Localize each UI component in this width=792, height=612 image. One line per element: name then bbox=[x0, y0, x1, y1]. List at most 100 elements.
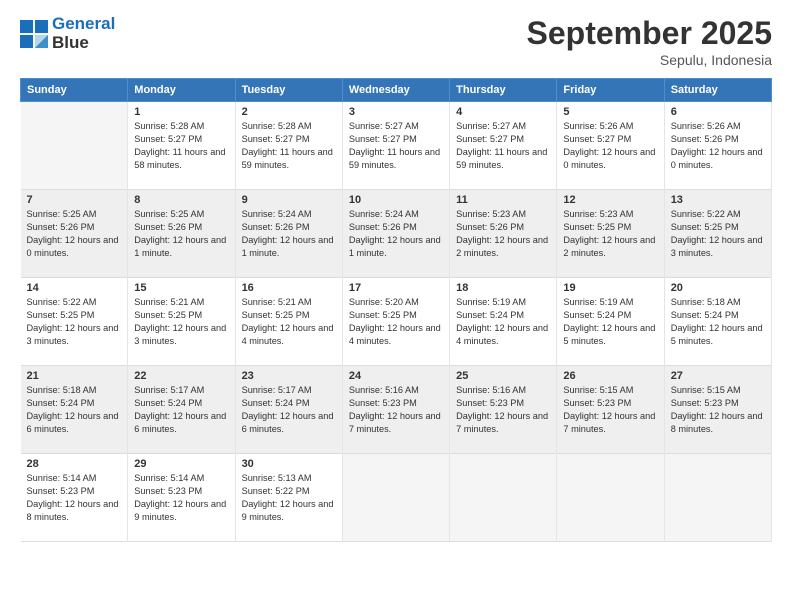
cell-details: Sunrise: 5:24 AMSunset: 5:26 PMDaylight:… bbox=[349, 208, 443, 260]
day-number: 14 bbox=[27, 282, 122, 294]
col-thursday: Thursday bbox=[450, 79, 557, 102]
cell-details: Sunrise: 5:23 AMSunset: 5:25 PMDaylight:… bbox=[563, 208, 657, 260]
calendar-cell: 8 Sunrise: 5:25 AMSunset: 5:26 PMDaylight… bbox=[128, 190, 235, 278]
calendar-cell: 13 Sunrise: 5:22 AMSunset: 5:25 PMDayligh… bbox=[664, 190, 771, 278]
cell-details: Sunrise: 5:18 AMSunset: 5:24 PMDaylight:… bbox=[671, 296, 765, 348]
day-number: 3 bbox=[349, 106, 443, 118]
calendar-cell: 12Sunrise: 5:23 AMSunset: 5:25 PMDayligh… bbox=[557, 190, 664, 278]
day-number: 19 bbox=[563, 282, 657, 294]
calendar-cell: 22Sunrise: 5:17 AMSunset: 5:24 PMDayligh… bbox=[128, 366, 235, 454]
cell-details: Sunrise: 5:20 AMSunset: 5:25 PMDaylight:… bbox=[349, 296, 443, 348]
day-number: 22 bbox=[134, 370, 228, 382]
day-number: 28 bbox=[27, 458, 122, 470]
day-number: 2 bbox=[242, 106, 336, 118]
calendar-week-row: 21 Sunrise: 5:18 AMSunset: 5:24 PMDayligh… bbox=[21, 366, 772, 454]
day-number: 21 bbox=[27, 370, 122, 382]
calendar-cell: 9 Sunrise: 5:24 AMSunset: 5:26 PMDaylight… bbox=[235, 190, 342, 278]
cell-details: Sunrise: 5:26 AMSunset: 5:26 PMDaylight:… bbox=[671, 120, 765, 172]
page: General Blue September 2025 Sepulu, Indo… bbox=[0, 0, 792, 612]
calendar-cell: 26 Sunrise: 5:15 AMSunset: 5:23 PMDayligh… bbox=[557, 366, 664, 454]
cell-details: Sunrise: 5:22 AMSunset: 5:25 PMDaylight:… bbox=[671, 208, 765, 260]
calendar-cell: 19 Sunrise: 5:19 AMSunset: 5:24 PMDayligh… bbox=[557, 278, 664, 366]
day-number: 4 bbox=[456, 106, 550, 118]
day-number: 25 bbox=[456, 370, 550, 382]
day-number: 29 bbox=[134, 458, 228, 470]
cell-details: Sunrise: 5:25 AMSunset: 5:26 PMDaylight:… bbox=[134, 208, 228, 260]
col-friday: Friday bbox=[557, 79, 664, 102]
cell-details: Sunrise: 5:27 AMSunset: 5:27 PMDaylight:… bbox=[456, 120, 550, 172]
day-number: 23 bbox=[242, 370, 336, 382]
day-number: 16 bbox=[242, 282, 336, 294]
location: Sepulu, Indonesia bbox=[527, 52, 772, 68]
day-number: 5 bbox=[563, 106, 657, 118]
calendar-cell: 11 Sunrise: 5:23 AMSunset: 5:26 PMDayligh… bbox=[450, 190, 557, 278]
calendar-cell: 7 Sunrise: 5:25 AMSunset: 5:26 PMDaylight… bbox=[21, 190, 128, 278]
col-monday: Monday bbox=[128, 79, 235, 102]
calendar-cell: 14Sunrise: 5:22 AMSunset: 5:25 PMDayligh… bbox=[21, 278, 128, 366]
col-saturday: Saturday bbox=[664, 79, 771, 102]
day-number: 8 bbox=[134, 194, 228, 206]
calendar-cell bbox=[664, 454, 771, 542]
logo-icon bbox=[20, 20, 48, 48]
day-number: 26 bbox=[563, 370, 657, 382]
calendar-cell bbox=[21, 102, 128, 190]
day-number: 24 bbox=[349, 370, 443, 382]
month-title: September 2025 bbox=[527, 15, 772, 52]
cell-details: Sunrise: 5:14 AMSunset: 5:23 PMDaylight:… bbox=[27, 472, 122, 524]
cell-details: Sunrise: 5:16 AMSunset: 5:23 PMDaylight:… bbox=[456, 384, 550, 436]
calendar-cell: 21 Sunrise: 5:18 AMSunset: 5:24 PMDayligh… bbox=[21, 366, 128, 454]
logo-text: General Blue bbox=[52, 15, 115, 52]
calendar-cell: 5 Sunrise: 5:26 AMSunset: 5:27 PMDaylight… bbox=[557, 102, 664, 190]
cell-details: Sunrise: 5:13 AMSunset: 5:22 PMDaylight:… bbox=[242, 472, 336, 524]
day-number: 30 bbox=[242, 458, 336, 470]
calendar-cell: 3Sunrise: 5:27 AMSunset: 5:27 PMDaylight… bbox=[342, 102, 449, 190]
cell-details: Sunrise: 5:26 AMSunset: 5:27 PMDaylight:… bbox=[563, 120, 657, 172]
day-number: 18 bbox=[456, 282, 550, 294]
calendar-cell: 18Sunrise: 5:19 AMSunset: 5:24 PMDayligh… bbox=[450, 278, 557, 366]
cell-details: Sunrise: 5:23 AMSunset: 5:26 PMDaylight:… bbox=[456, 208, 550, 260]
calendar-cell: 1Sunrise: 5:28 AMSunset: 5:27 PMDaylight… bbox=[128, 102, 235, 190]
cell-details: Sunrise: 5:19 AMSunset: 5:24 PMDaylight:… bbox=[563, 296, 657, 348]
calendar-cell: 25 Sunrise: 5:16 AMSunset: 5:23 PMDayligh… bbox=[450, 366, 557, 454]
day-number: 7 bbox=[27, 194, 122, 206]
calendar-week-row: 14Sunrise: 5:22 AMSunset: 5:25 PMDayligh… bbox=[21, 278, 772, 366]
calendar-body: 1 Sunrise: 5:28 AMSunset: 5:27 PMDaylight… bbox=[21, 102, 772, 542]
calendar-cell: 6Sunrise: 5:26 AMSunset: 5:26 PMDaylight… bbox=[664, 102, 771, 190]
cell-details: Sunrise: 5:14 AMSunset: 5:23 PMDaylight:… bbox=[134, 472, 228, 524]
calendar-cell: 17Sunrise: 5:20 AMSunset: 5:25 PMDayligh… bbox=[342, 278, 449, 366]
calendar-cell bbox=[342, 454, 449, 542]
calendar-cell: 2 Sunrise: 5:28 AMSunset: 5:27 PMDaylight… bbox=[235, 102, 342, 190]
cell-details: Sunrise: 5:15 AMSunset: 5:23 PMDaylight:… bbox=[563, 384, 657, 436]
day-number: 11 bbox=[456, 194, 550, 206]
cell-details: Sunrise: 5:21 AMSunset: 5:25 PMDaylight:… bbox=[242, 296, 336, 348]
calendar-header: Sunday Monday Tuesday Wednesday Thursday… bbox=[21, 79, 772, 102]
calendar-cell: 20 Sunrise: 5:18 AMSunset: 5:24 PMDayligh… bbox=[664, 278, 771, 366]
logo: General Blue bbox=[20, 15, 115, 52]
day-number: 9 bbox=[242, 194, 336, 206]
col-sunday: Sunday bbox=[21, 79, 128, 102]
cell-details: Sunrise: 5:18 AMSunset: 5:24 PMDaylight:… bbox=[27, 384, 122, 436]
calendar-cell bbox=[450, 454, 557, 542]
day-number: 20 bbox=[671, 282, 765, 294]
calendar-cell: 16 Sunrise: 5:21 AMSunset: 5:25 PMDayligh… bbox=[235, 278, 342, 366]
col-tuesday: Tuesday bbox=[235, 79, 342, 102]
cell-details: Sunrise: 5:16 AMSunset: 5:23 PMDaylight:… bbox=[349, 384, 443, 436]
header: General Blue September 2025 Sepulu, Indo… bbox=[20, 15, 772, 68]
calendar-week-row: 7 Sunrise: 5:25 AMSunset: 5:26 PMDaylight… bbox=[21, 190, 772, 278]
cell-details: Sunrise: 5:25 AMSunset: 5:26 PMDaylight:… bbox=[27, 208, 122, 260]
day-number: 13 bbox=[671, 194, 765, 206]
calendar-week-row: 28 Sunrise: 5:14 AMSunset: 5:23 PMDayligh… bbox=[21, 454, 772, 542]
calendar-cell: 4 Sunrise: 5:27 AMSunset: 5:27 PMDaylight… bbox=[450, 102, 557, 190]
cell-details: Sunrise: 5:17 AMSunset: 5:24 PMDaylight:… bbox=[242, 384, 336, 436]
calendar-cell: 27Sunrise: 5:15 AMSunset: 5:23 PMDayligh… bbox=[664, 366, 771, 454]
cell-details: Sunrise: 5:24 AMSunset: 5:26 PMDaylight:… bbox=[242, 208, 336, 260]
day-number: 15 bbox=[134, 282, 228, 294]
calendar-cell: 28 Sunrise: 5:14 AMSunset: 5:23 PMDayligh… bbox=[21, 454, 128, 542]
calendar-week-row: 1 Sunrise: 5:28 AMSunset: 5:27 PMDaylight… bbox=[21, 102, 772, 190]
calendar-cell: 15 Sunrise: 5:21 AMSunset: 5:25 PMDayligh… bbox=[128, 278, 235, 366]
cell-details: Sunrise: 5:28 AMSunset: 5:27 PMDaylight:… bbox=[242, 120, 336, 172]
header-row: Sunday Monday Tuesday Wednesday Thursday… bbox=[21, 79, 772, 102]
title-section: September 2025 Sepulu, Indonesia bbox=[527, 15, 772, 68]
cell-details: Sunrise: 5:21 AMSunset: 5:25 PMDaylight:… bbox=[134, 296, 228, 348]
day-number: 1 bbox=[134, 106, 228, 118]
